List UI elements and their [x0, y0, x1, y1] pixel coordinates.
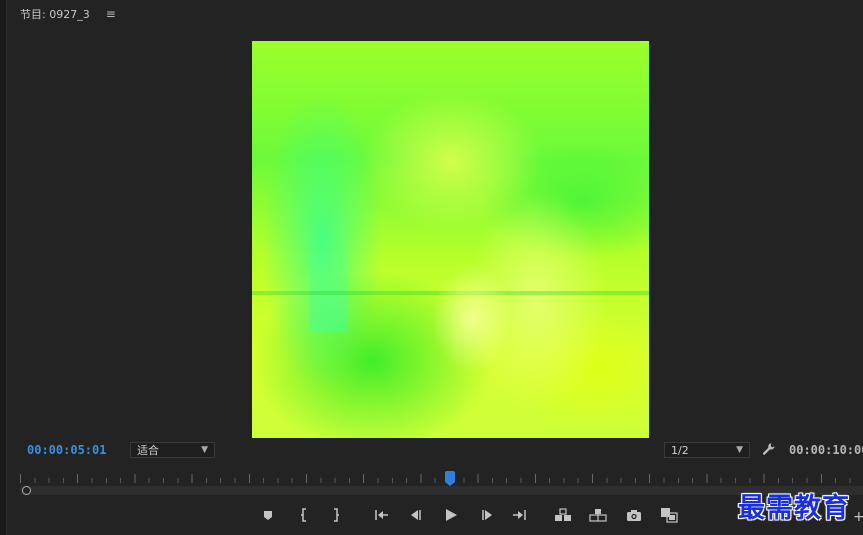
watermark-logo: 最需教育 [738, 493, 850, 524]
zoom-scroll-bar[interactable] [20, 486, 863, 495]
transport-controls [0, 505, 863, 525]
program-video-preview[interactable] [252, 41, 649, 438]
duration-timecode: 00:00:10:00 [789, 443, 863, 457]
mark-out-icon[interactable] [326, 505, 346, 525]
overwrite-icon[interactable] [588, 505, 608, 525]
playback-resolution-dropdown[interactable]: 1/2 ▼ [664, 442, 750, 458]
step-forward-icon[interactable] [477, 505, 497, 525]
playhead-handle[interactable] [444, 471, 455, 486]
settings-wrench-icon[interactable] [762, 442, 776, 460]
program-monitor-panel: 节目: 0927_3 ≡ 00:00:05:01 适合 ▼ 1/2 ▼ 00:0… [0, 0, 863, 535]
time-ruler[interactable] [20, 470, 863, 484]
panel-header: 节目: 0927_3 ≡ [20, 6, 116, 22]
zoom-scroll-handle[interactable] [22, 486, 31, 495]
video-content-tower [310, 211, 348, 331]
fit-zoom-value: 适合 [137, 444, 159, 457]
button-editor-plus-icon[interactable]: + [853, 509, 863, 525]
fit-zoom-dropdown[interactable]: 适合 ▼ [130, 442, 215, 458]
hamburger-menu-icon[interactable]: ≡ [106, 7, 116, 21]
panel-title[interactable]: 节目: 0927_3 [20, 6, 90, 22]
mark-in-icon[interactable] [294, 505, 314, 525]
video-content-figure [427, 263, 517, 393]
export-frame-icon[interactable] [624, 505, 644, 525]
playback-resolution-value: 1/2 [671, 443, 689, 457]
chevron-down-icon: ▼ [201, 445, 208, 455]
compare-view-icon[interactable] [659, 505, 679, 525]
panel-left-border [0, 0, 7, 535]
step-back-icon[interactable] [406, 505, 426, 525]
play-icon[interactable] [441, 505, 461, 525]
go-to-out-icon[interactable] [510, 505, 530, 525]
insert-icon[interactable] [553, 505, 573, 525]
go-to-in-icon[interactable] [371, 505, 391, 525]
add-marker-icon[interactable] [258, 505, 278, 525]
chevron-down-icon: ▼ [736, 445, 743, 455]
current-timecode[interactable]: 00:00:05:01 [27, 443, 106, 457]
